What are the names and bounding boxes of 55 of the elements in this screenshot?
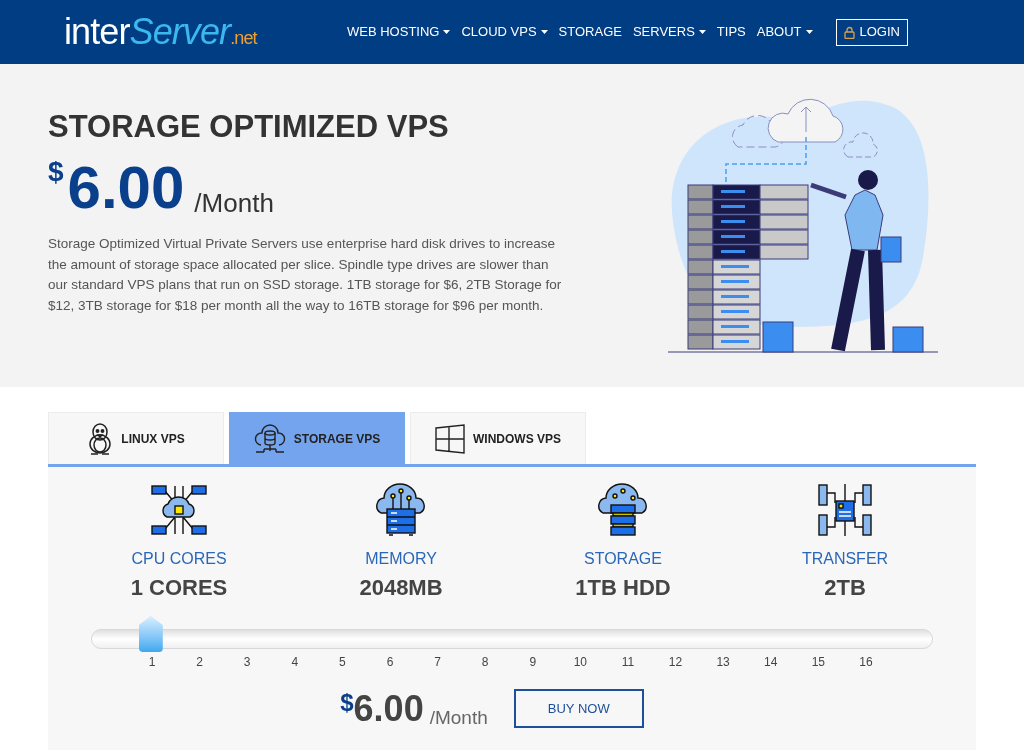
spec-label: TRANSFER — [801, 551, 889, 567]
network-servers-icon — [817, 483, 873, 537]
nav-link[interactable]: STORAGE — [558, 22, 622, 42]
tick-label: 2 — [195, 654, 204, 671]
tick-label: 5 — [338, 654, 347, 671]
tick-label: 16 — [858, 654, 873, 671]
spec-value: 2TB — [824, 577, 866, 599]
tab[interactable]: WINDOWS VPS — [410, 412, 586, 464]
tab[interactable]: STORAGE VPS — [229, 412, 405, 464]
nav-link[interactable]: TIPS — [716, 22, 746, 42]
tab[interactable]: LINUX VPS — [48, 412, 224, 464]
spec-label: CPU CORES — [131, 551, 227, 567]
price-period: /Month — [194, 190, 274, 216]
cloud-chip-icon — [151, 483, 207, 537]
spec-label: MEMORY — [365, 551, 437, 567]
tick-label: 4 — [290, 654, 300, 671]
lock-icon — [843, 25, 855, 39]
buy-now-button[interactable]: BUY NOW — [513, 689, 644, 728]
logo[interactable]: interServer.net — [64, 14, 257, 50]
slider-thumb[interactable] — [138, 616, 163, 652]
tick-label: 13 — [716, 654, 731, 671]
spec-value: 1 CORES — [130, 577, 228, 599]
penguin-icon — [87, 422, 114, 455]
price-period: /Month — [429, 707, 488, 727]
tick-label: 9 — [528, 654, 538, 671]
tick-label: 11 — [620, 654, 635, 671]
tick-label: 14 — [763, 654, 778, 671]
tick-label: 12 — [668, 654, 683, 671]
tick-label: 6 — [385, 654, 395, 671]
price-amount: 6.00 — [353, 690, 424, 727]
tick-label: 8 — [480, 654, 490, 671]
currency-symbol: $ — [48, 158, 64, 186]
caret-icon — [805, 30, 813, 34]
price-amount: 6.00 — [67, 158, 185, 218]
nav-link[interactable]: SERVERS — [632, 22, 706, 42]
tick-label: 1 — [147, 654, 157, 671]
login-button[interactable]: LOGIN — [835, 18, 908, 46]
hero-description: Storage Optimized Virtual Private Servers use enterprise hard disk drives to increase the amount of storage space allocated per slice. Spindle type drives are slower than our standard VPS plans that run on SSD storage. 1TB storage for $6, 2TB Storage for $12, 3TB storage for $18 per month all the way to 16TB storage for $96 per month. — [48, 235, 563, 315]
currency-symbol: $ — [340, 690, 354, 715]
cloud-database-icon — [253, 422, 286, 455]
tick-label: 15 — [811, 654, 826, 671]
hero-title: STORAGE OPTIMIZED VPS — [48, 111, 450, 142]
windows-icon — [435, 423, 465, 454]
spec-value: 2048MB — [359, 577, 443, 599]
nav-link[interactable]: CLOUD VPS — [461, 22, 548, 42]
tick-label: 7 — [433, 654, 442, 671]
caret-icon — [540, 30, 548, 34]
tick-label: 3 — [242, 654, 252, 671]
nav-link[interactable]: WEB HOSTING — [347, 22, 451, 42]
caret-icon — [443, 30, 451, 34]
spec-label: STORAGE — [584, 551, 662, 567]
nav-link[interactable]: ABOUT — [756, 22, 813, 42]
caret-icon — [698, 30, 706, 34]
tick-label: 10 — [573, 654, 588, 671]
spec-value: 1TB HDD — [575, 577, 671, 599]
